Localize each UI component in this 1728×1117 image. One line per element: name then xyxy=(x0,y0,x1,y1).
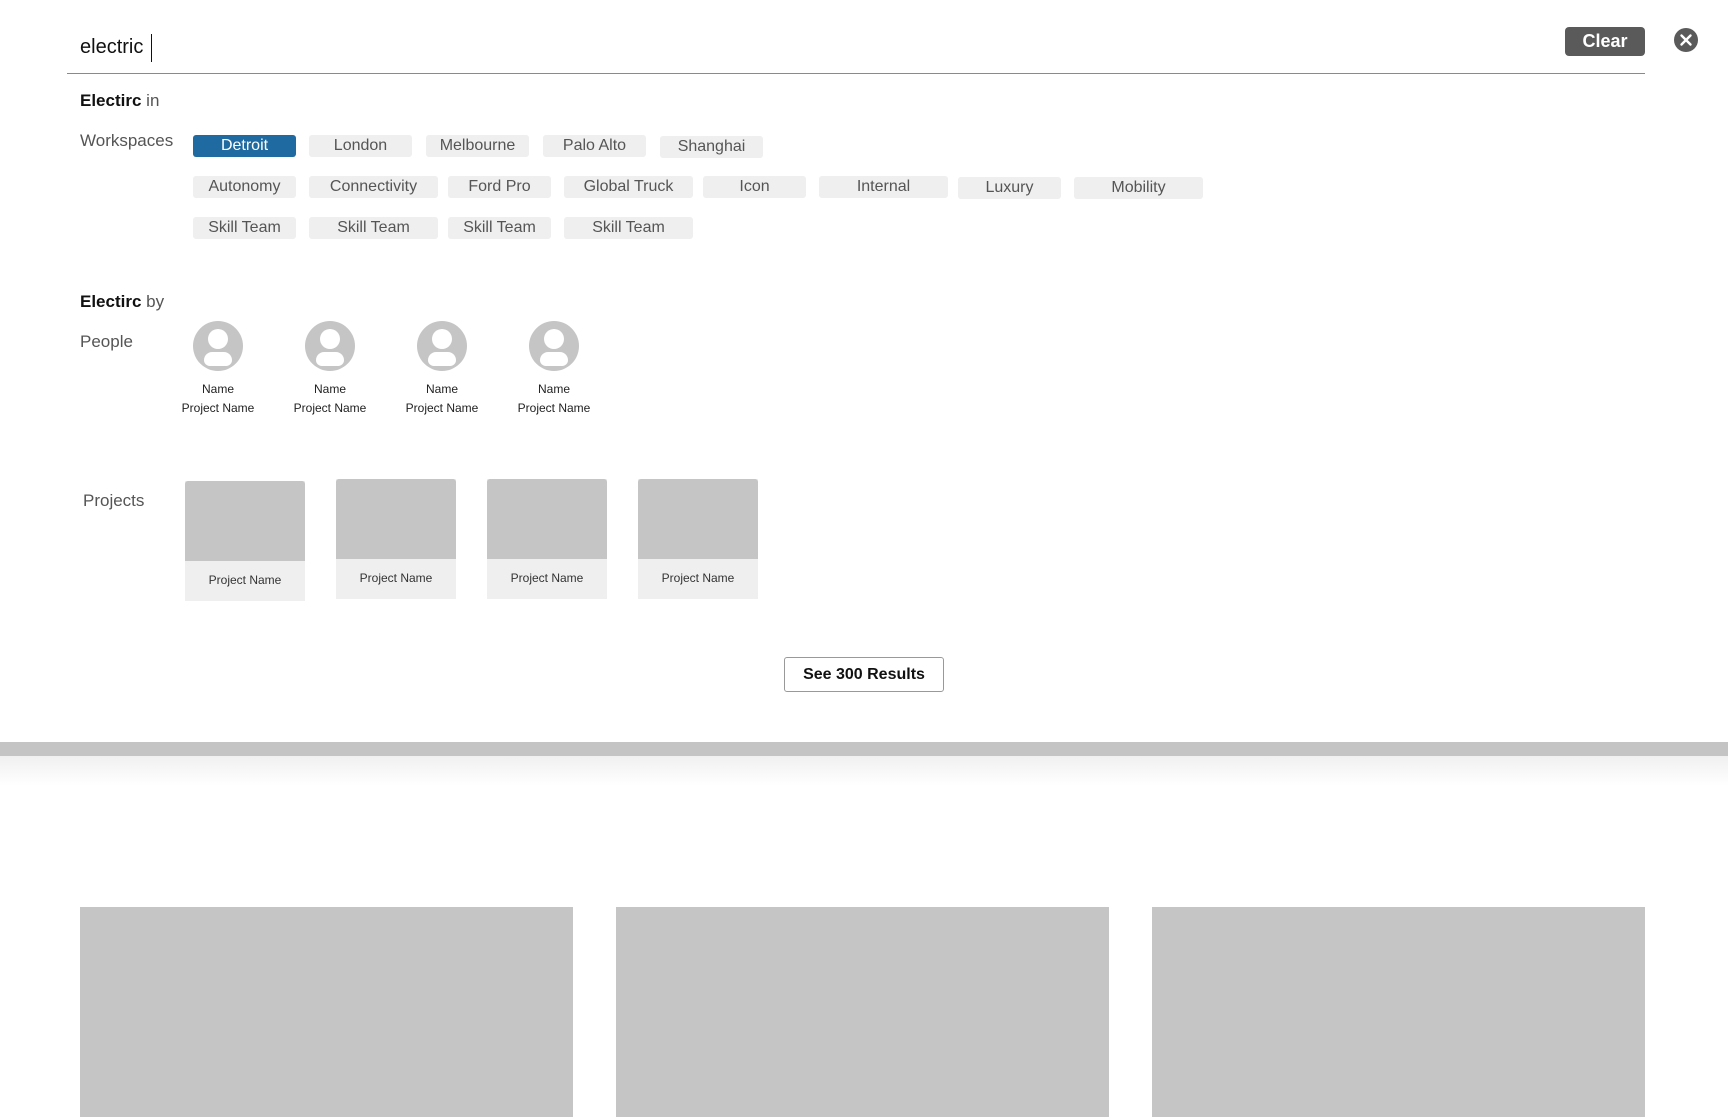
chip-melbourne[interactable]: Melbourne xyxy=(426,135,529,157)
chip-internal[interactable]: Internal xyxy=(819,176,948,198)
chip-luxury[interactable]: Luxury xyxy=(958,177,1061,199)
panel-bottom-bar xyxy=(0,742,1728,756)
person-name: Name xyxy=(313,382,346,396)
person-name: Name xyxy=(425,382,458,396)
people-heading: Electirc by xyxy=(80,292,164,312)
avatar-icon xyxy=(417,321,467,371)
projects-label: Projects xyxy=(83,491,145,510)
heading-keyword: Electirc xyxy=(80,292,142,311)
person-name: Name xyxy=(537,382,570,396)
content-tile[interactable] xyxy=(1152,907,1645,1117)
chip-connectivity[interactable]: Connectivity xyxy=(309,176,438,198)
avatar-icon xyxy=(193,321,243,371)
chip-mobility[interactable]: Mobility xyxy=(1074,177,1203,199)
people-label: People xyxy=(80,332,133,351)
content-tile[interactable] xyxy=(616,907,1109,1117)
project-name: Project Name xyxy=(661,571,735,585)
person-card[interactable]: Name Project Name xyxy=(392,321,492,418)
chip-global-truck[interactable]: Global Truck xyxy=(564,176,693,198)
close-icon[interactable] xyxy=(1674,28,1698,52)
person-card[interactable]: Name Project Name xyxy=(168,321,268,418)
project-name: Project Name xyxy=(510,571,584,585)
person-project: Project Name xyxy=(293,401,367,415)
panel-shadow xyxy=(0,756,1728,786)
chip-skill-team[interactable]: Skill Team xyxy=(564,217,693,239)
chip-ford-pro[interactable]: Ford Pro xyxy=(448,176,551,198)
person-card[interactable]: Name Project Name xyxy=(504,321,604,418)
text-caret xyxy=(151,34,152,62)
project-card[interactable]: Project Name xyxy=(638,479,758,599)
person-card[interactable]: Name Project Name xyxy=(280,321,380,418)
search-input[interactable] xyxy=(80,28,1080,66)
chip-skill-team[interactable]: Skill Team xyxy=(309,217,438,239)
project-card[interactable]: Project Name xyxy=(487,479,607,599)
project-thumbnail xyxy=(336,479,456,559)
project-name: Project Name xyxy=(359,571,433,585)
chip-palo-alto[interactable]: Palo Alto xyxy=(543,135,646,157)
chip-detroit[interactable]: Detroit xyxy=(193,135,296,157)
project-card[interactable]: Project Name xyxy=(185,481,305,601)
person-name: Name xyxy=(201,382,234,396)
heading-suffix: by xyxy=(146,292,165,311)
chip-skill-team[interactable]: Skill Team xyxy=(448,217,551,239)
project-thumbnail xyxy=(185,481,305,561)
content-tile[interactable] xyxy=(80,907,573,1117)
project-thumbnail xyxy=(638,479,758,559)
chip-autonomy[interactable]: Autonomy xyxy=(193,176,296,198)
clear-button[interactable]: Clear xyxy=(1565,27,1645,56)
person-project: Project Name xyxy=(517,401,591,415)
chip-icon[interactable]: Icon xyxy=(703,176,806,198)
avatar-icon xyxy=(305,321,355,371)
project-thumbnail xyxy=(487,479,607,559)
workspaces-heading: Electirc in xyxy=(80,91,159,111)
heading-keyword: Electirc xyxy=(80,91,142,110)
project-card[interactable]: Project Name xyxy=(336,479,456,599)
person-project: Project Name xyxy=(181,401,255,415)
see-results-button[interactable]: See 300 Results xyxy=(784,657,944,692)
chip-london[interactable]: London xyxy=(309,135,412,157)
search-underline xyxy=(67,73,1645,74)
chip-shanghai[interactable]: Shanghai xyxy=(660,136,763,158)
chip-skill-team[interactable]: Skill Team xyxy=(193,217,296,239)
avatar-icon xyxy=(529,321,579,371)
person-project: Project Name xyxy=(405,401,479,415)
project-name: Project Name xyxy=(208,573,282,587)
heading-suffix: in xyxy=(146,91,160,110)
workspaces-label: Workspaces xyxy=(80,131,174,150)
